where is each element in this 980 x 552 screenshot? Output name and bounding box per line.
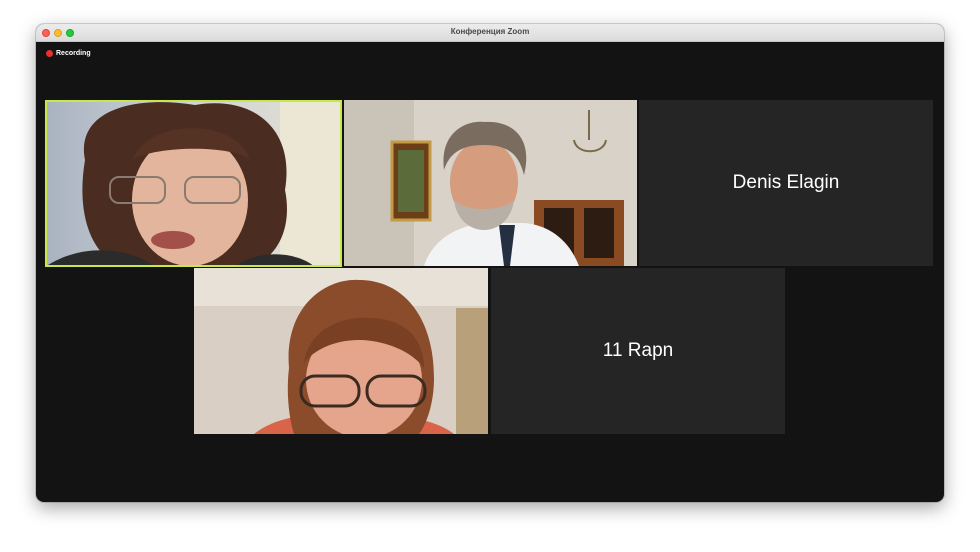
title-bar[interactable]: Конференция Zoom — [36, 24, 944, 42]
recording-indicator[interactable]: Recording — [46, 50, 91, 57]
recording-dot-icon — [46, 50, 53, 57]
participant-video — [344, 100, 637, 266]
window-title: Конференция Zoom — [450, 27, 530, 36]
participant-name: 11 Rapn — [602, 340, 674, 361]
participant-video-tile[interactable] — [344, 100, 637, 266]
recording-label: Recording — [56, 50, 91, 57]
participant-name: Denis Elagin — [732, 172, 840, 193]
participant-video-tile[interactable] — [194, 268, 488, 434]
participant-video — [45, 100, 342, 267]
participant-video — [194, 268, 488, 434]
zoom-window: Конференция Zoom Recording Denis Elagin … — [36, 24, 944, 502]
participant-name-tile[interactable]: Denis Elagin — [639, 100, 933, 266]
participant-video-tile[interactable] — [45, 100, 342, 267]
participant-name-tile[interactable]: 11 Rapn — [491, 268, 785, 434]
